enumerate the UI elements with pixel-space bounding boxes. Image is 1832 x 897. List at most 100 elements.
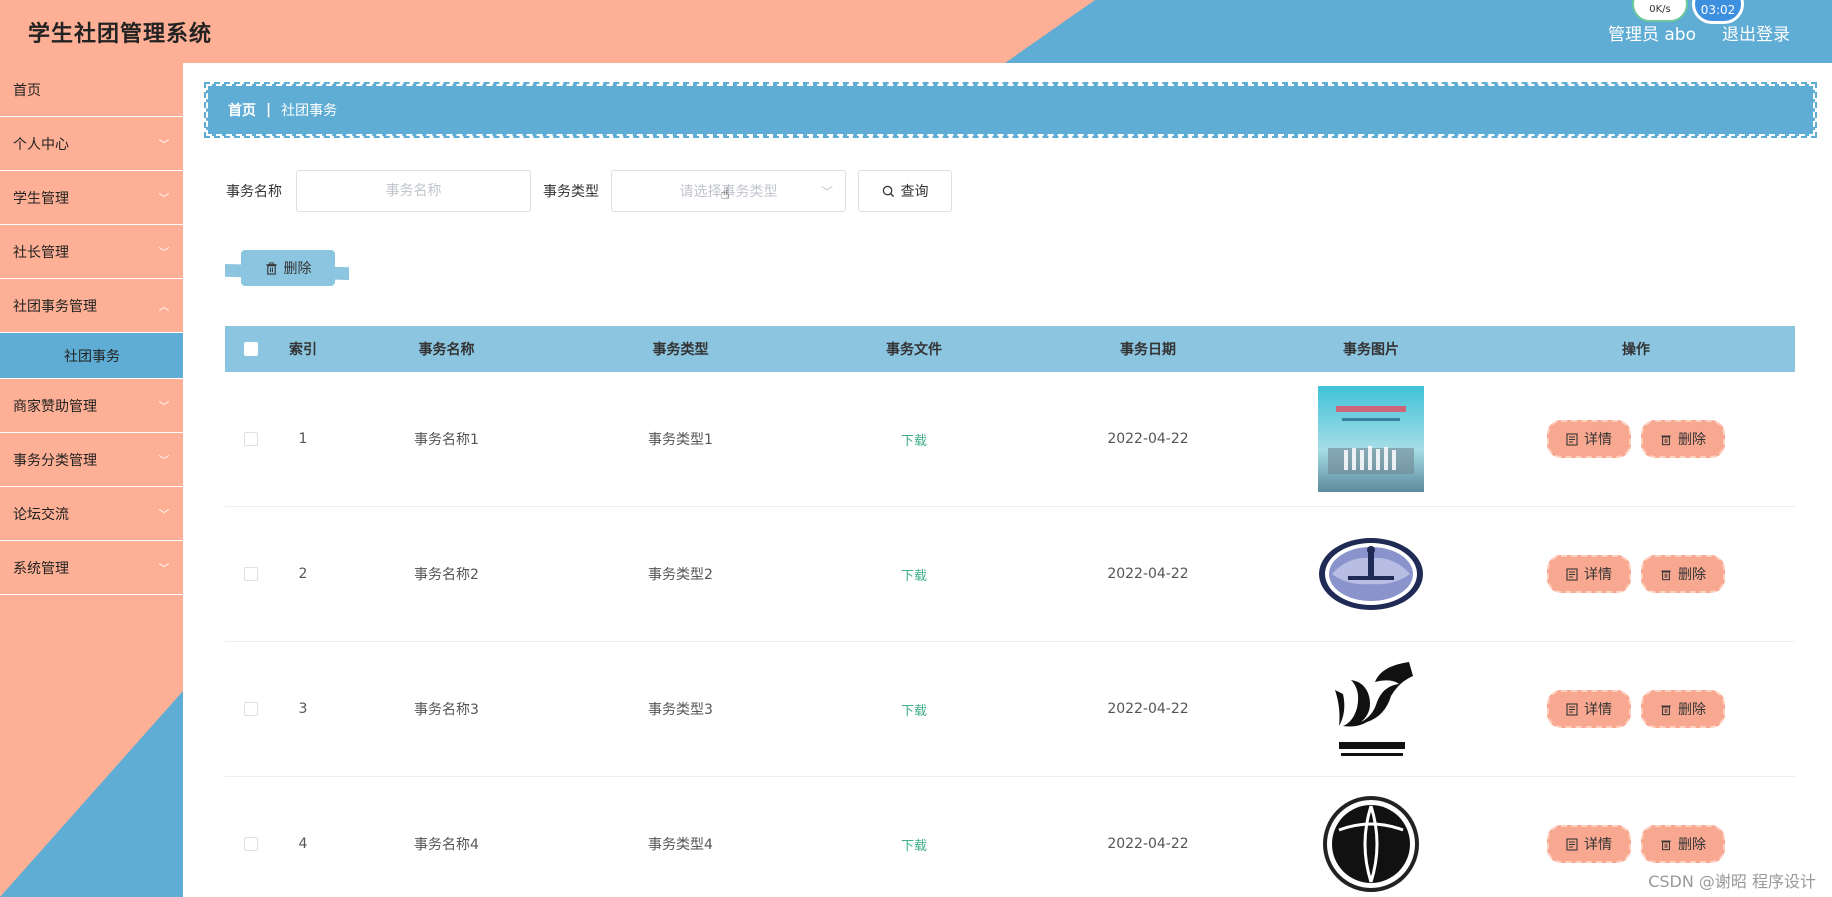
table-row: 3 事务名称3 事务类型3 下载 2022-04-22 详情 删除 (225, 642, 1795, 777)
header-salmon-band (0, 0, 1095, 63)
cell-name: 事务名称4 (414, 837, 479, 853)
download-link[interactable]: 下载 (901, 569, 927, 584)
query-button-label: 查询 (900, 184, 929, 200)
sidebar-item-label: 系统管理 (13, 560, 69, 577)
detail-button-label: 详情 (1584, 432, 1612, 448)
download-link[interactable]: 下载 (901, 839, 927, 854)
select-all-checkbox[interactable] (244, 342, 258, 356)
sidebar-item-label: 论坛交流 (13, 506, 69, 523)
cell-name: 事务名称1 (414, 432, 479, 448)
breadcrumb-separator: | (266, 102, 272, 118)
sidebar-item-students[interactable]: 学生管理 ﹀ (0, 171, 183, 225)
sidebar-item-profile[interactable]: 个人中心 ﹀ (0, 117, 183, 171)
document-icon (1566, 702, 1578, 716)
sidebar-item-forum[interactable]: 论坛交流 ﹀ (0, 487, 183, 541)
type-label: 事务类型 (543, 184, 599, 200)
delete-button[interactable]: 删除 (1641, 825, 1725, 863)
column-header: 事务图片 (1343, 342, 1399, 358)
detail-button-label: 详情 (1584, 567, 1612, 583)
download-link[interactable]: 下载 (901, 704, 927, 719)
delete-button-label: 删除 (1678, 432, 1706, 448)
cell-type: 事务类型1 (648, 432, 713, 448)
detail-button[interactable]: 详情 (1547, 555, 1631, 593)
name-label: 事务名称 (226, 184, 282, 200)
trash-icon (1661, 435, 1671, 445)
row-checkbox[interactable] (244, 702, 258, 716)
chevron-down-icon: ﹀ (158, 191, 170, 205)
cell-date: 2022-04-22 (1107, 431, 1189, 447)
batch-delete-label: 删除 (283, 261, 312, 277)
delete-button[interactable]: 删除 (1641, 420, 1725, 458)
sidebar: 首页 个人中心 ﹀ 学生管理 ﹀ 社长管理 ﹀ 社团事务管理 ︿ 社团事务 商家… (0, 63, 183, 897)
cell-type: 事务类型4 (648, 837, 713, 853)
column-header: 事务文件 (886, 342, 942, 358)
delete-button-label: 删除 (1678, 567, 1706, 583)
sidebar-subitem-club-affairs[interactable]: 社团事务 (0, 333, 183, 379)
document-icon (1566, 837, 1578, 851)
sidebar-item-categories[interactable]: 事务分类管理 ﹀ (0, 433, 183, 487)
breadcrumb: 首页 | 社团事务 (204, 82, 1817, 138)
batch-delete-button[interactable]: 删除 (241, 250, 335, 286)
chevron-down-icon: ﹀ (158, 399, 170, 413)
name-search-input[interactable]: 事务名称 (296, 170, 531, 212)
delete-button[interactable]: 删除 (1641, 555, 1725, 593)
detail-button[interactable]: 详情 (1547, 420, 1631, 458)
detail-button-label: 详情 (1584, 702, 1612, 718)
detail-button[interactable]: 详情 (1547, 825, 1631, 863)
sidebar-item-label: 社团事务 (64, 348, 120, 365)
chevron-down-icon: ﹀ (820, 185, 833, 199)
cell-date: 2022-04-22 (1107, 566, 1189, 582)
affair-image-logo-calligraphy[interactable] (1318, 656, 1424, 762)
sidebar-item-presidents[interactable]: 社长管理 ﹀ (0, 225, 183, 279)
watermark: CSDN @谢昭 程序设计 (1648, 872, 1816, 891)
affair-image-logo-basketball[interactable] (1318, 791, 1424, 897)
sidebar-menu: 首页 个人中心 ﹀ 学生管理 ﹀ 社长管理 ﹀ 社团事务管理 ︿ 社团事务 商家… (0, 63, 183, 595)
document-icon (1566, 567, 1578, 581)
chevron-down-icon: ﹀ (158, 453, 170, 467)
sidebar-item-label: 事务分类管理 (13, 452, 97, 469)
hand-cursor-icon: ☝ (720, 184, 730, 203)
row-checkbox[interactable] (244, 837, 258, 851)
chevron-down-icon: ﹀ (158, 507, 170, 521)
affair-image-emblem-oval[interactable] (1318, 521, 1424, 627)
sidebar-item-system[interactable]: 系统管理 ﹀ (0, 541, 183, 595)
row-checkbox[interactable] (244, 567, 258, 581)
user-info: 管理员 abo (1607, 25, 1696, 45)
cell-name: 事务名称2 (414, 567, 479, 583)
cell-date: 2022-04-22 (1107, 701, 1189, 717)
chevron-down-icon: ﹀ (158, 561, 170, 575)
column-header: 事务类型 (652, 342, 709, 358)
table-row: 4 事务名称4 事务类型4 下载 2022-04-22 详情 删除 (225, 777, 1795, 897)
column-header: 事务日期 (1120, 342, 1176, 358)
sidebar-item-home[interactable]: 首页 (0, 63, 183, 117)
chevron-down-icon: ﹀ (158, 137, 170, 151)
query-button[interactable]: 查询 (858, 170, 952, 212)
sidebar-item-label: 社长管理 (13, 244, 69, 261)
column-header: 索引 (289, 342, 317, 358)
table-row: 2 事务名称2 事务类型2 下载 2022-04-22 详情 删除 (225, 507, 1795, 642)
sidebar-item-label: 社团事务管理 (13, 298, 97, 315)
breadcrumb-home[interactable]: 首页 (228, 100, 256, 120)
app-title: 学生社团管理系统 (28, 22, 213, 47)
cell-name: 事务名称3 (414, 702, 479, 718)
sidebar-item-sponsors[interactable]: 商家赞助管理 ﹀ (0, 379, 183, 433)
batch-delete: 删除 (225, 250, 349, 288)
delete-button[interactable]: 删除 (1641, 690, 1725, 728)
cell-index: 1 (298, 431, 308, 447)
detail-button[interactable]: 详情 (1547, 690, 1631, 728)
sidebar-item-club-affairs[interactable]: 社团事务管理 ︿ (0, 279, 183, 333)
affair-image-photo-group[interactable] (1318, 386, 1424, 492)
sidebar-item-label: 商家赞助管理 (13, 398, 97, 415)
cell-index: 2 (298, 566, 308, 582)
download-link[interactable]: 下载 (901, 434, 927, 449)
row-checkbox[interactable] (244, 432, 258, 446)
delete-button-label: 删除 (1678, 837, 1706, 853)
top-header: 学生社团管理系统 0K/s 03:02 管理员 abo 退出登录 (0, 0, 1832, 63)
cell-date: 2022-04-22 (1107, 836, 1189, 852)
logout-button[interactable]: 退出登录 (1722, 20, 1790, 45)
cell-type: 事务类型2 (648, 567, 713, 583)
cell-type: 事务类型3 (648, 702, 713, 718)
trash-icon (1661, 840, 1671, 850)
chevron-up-icon: ︿ (158, 299, 170, 313)
cell-index: 3 (298, 701, 308, 717)
